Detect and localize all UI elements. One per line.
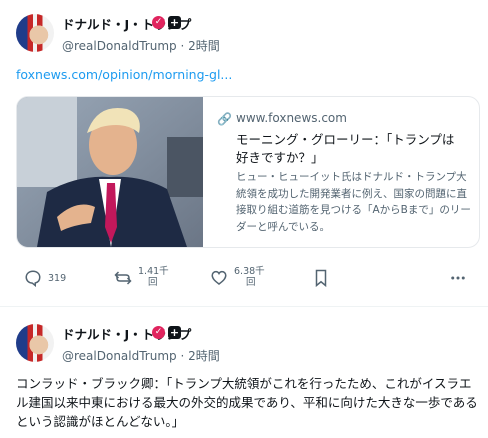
reply-icon [25,270,41,287]
like-count: 6.38千 回 [234,266,265,288]
post-time[interactable]: 2時間 [188,39,220,53]
repost-icon [114,271,132,285]
post-text: コンラッド・ブラック卿：「トランプ大統領がこれを行ったため、これがイスラエル建国… [16,376,478,429]
post-1[interactable]: ドナルド・J・トランプ ✓ + @realDonaldTrump · 2時間 f… [0,0,488,305]
separator-dot: · [180,349,185,363]
link-icon: 🔗 [217,112,232,126]
repost-button[interactable]: 1.41千 回 [114,266,170,290]
avatar[interactable] [16,14,54,52]
verified-check-icon: ✓ [152,16,165,29]
heart-icon [211,270,227,285]
bookmark-button[interactable] [313,266,333,290]
card-description: ヒュー・ヒューイット氏はドナルド・トランプ大統領を成功した開発業者に例え、国家の… [236,171,471,233]
repost-count-line1: 1.41千 [138,266,169,277]
post-time[interactable]: 2時間 [188,349,220,363]
handle-text[interactable]: @realDonaldTrump [62,349,177,363]
like-button[interactable]: 6.38千 回 [210,266,270,290]
plus-badge-icon: + [168,16,181,29]
card-domain: www.foxnews.com [236,111,347,125]
card-title[interactable]: モーニング・グローリー：「トランプは好きですか？」 [236,131,466,167]
more-button[interactable] [448,266,470,290]
bookmark-icon [315,269,327,287]
verified-check-icon: ✓ [152,326,165,339]
like-count-line2: 回 [246,277,256,288]
separator-dot: · [180,39,185,53]
link-preview-card[interactable]: 🔗 www.foxnews.com モーニング・グローリー：「トランプは好きです… [16,96,480,248]
repost-count-line2: 回 [148,277,158,288]
reply-button[interactable]: 319 [24,266,72,290]
more-icon [451,276,465,280]
plus-badge-icon: + [168,326,181,339]
handle-text[interactable]: @realDonaldTrump [62,39,177,53]
card-photo [17,97,203,247]
avatar[interactable] [16,324,54,362]
author-handle[interactable]: @realDonaldTrump · 2時間 [62,347,220,364]
card-image [17,97,203,247]
like-count-line1: 6.38千 [234,266,265,277]
post-link[interactable]: foxnews.com/opinion/morning-gl... [16,67,232,82]
repost-count: 1.41千 回 [138,266,169,288]
author-handle[interactable]: @realDonaldTrump · 2時間 [62,37,220,54]
reply-count: 319 [48,273,67,284]
